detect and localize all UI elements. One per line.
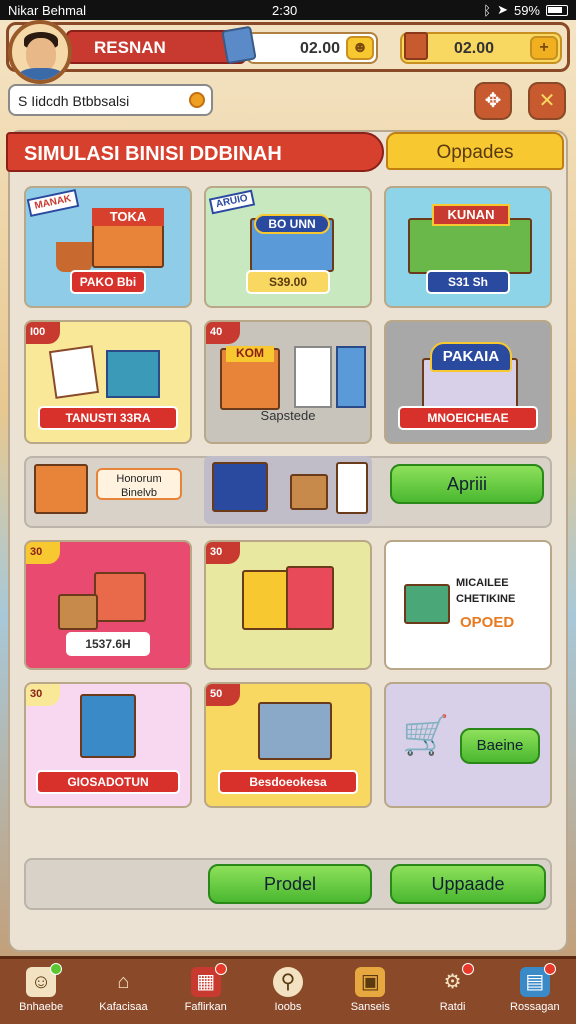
business-card-toko[interactable]: TOKA MANAK PAKO Bbi	[24, 186, 192, 308]
menu-board-icon	[336, 346, 366, 408]
card-label: S39.00	[246, 270, 330, 294]
card-label: S31 Sh	[426, 270, 510, 294]
gem-value: 02.00	[454, 40, 495, 57]
nav-item-ioobs[interactable]: ⚲ Ioobs	[247, 959, 329, 1024]
shop-sign: KOM	[226, 346, 274, 362]
register-icon	[221, 25, 257, 65]
nav-item-ratdi[interactable]: ⚙ Ratdi	[411, 959, 493, 1024]
coin-counter: 02.00 ☻	[246, 32, 378, 64]
nav-item-faflirkan[interactable]: ▦ Faflirkan	[165, 959, 247, 1024]
player-name: RESNAN	[66, 30, 246, 64]
plant-icon	[56, 242, 92, 272]
market-stall-icon	[34, 464, 88, 514]
page-title: SIMULASI BINISI DDBINAH	[6, 132, 384, 172]
gear-icon: ⚙	[438, 963, 474, 997]
business-card-cart[interactable]: 🛒 Baeine	[384, 682, 552, 808]
menu-board-icon	[294, 346, 332, 408]
market-note: Honorum Binelvb	[96, 468, 182, 500]
produce-button[interactable]: Prodel	[208, 864, 372, 904]
business-card-fridge[interactable]: 50 Besdoeokesa	[204, 682, 372, 808]
clock: 2:30	[271, 2, 298, 18]
puzzle-icon: ✥	[484, 90, 502, 112]
book-icon	[48, 345, 100, 399]
business-card-promo[interactable]: MICAILEE CHETIKINE OPOED	[384, 540, 552, 670]
search-input[interactable]: S Iidcdh Btbbsalsi	[8, 84, 213, 116]
business-card-kuliner[interactable]: KUNAN S31 Sh	[384, 186, 552, 308]
business-card-bioskop[interactable]: ARUIO BO UNN S39.00	[204, 186, 372, 308]
home-icon: ⌂	[117, 971, 130, 993]
bluetooth-icon: ᛒ	[483, 2, 492, 18]
card-label: TANUSTI 33RA	[38, 406, 178, 430]
card-label: 1537.6H	[66, 632, 150, 656]
shop-icon: ▦	[190, 963, 227, 997]
card-label: GIOSADOTUN	[36, 770, 180, 794]
tab-upgrades[interactable]: Oppades	[386, 132, 564, 170]
level-badge: 50	[206, 684, 240, 706]
card-label: Sapstede	[260, 408, 316, 423]
bottom-nav: ☺ Bnhaebe ⌂ Kafacisaa ▦ Faflirkan ⚲ Ioob…	[0, 956, 576, 1024]
level-badge: 40	[206, 322, 240, 344]
level-badge: I00	[26, 322, 60, 344]
book-icon	[106, 350, 160, 398]
shop-sign: TOKA	[92, 208, 164, 226]
shop-sign: KUNAN	[432, 204, 510, 226]
nav-item-rossagan[interactable]: ▤ Rossagan	[494, 959, 576, 1024]
add-coins-button[interactable]: ☻	[346, 36, 374, 60]
business-card-atm[interactable]: 30 GIOSADOTUN	[24, 682, 192, 808]
search-icon: ⚲	[272, 967, 303, 997]
status-bar: Nikar Behmal 2:30 ᛒ ➤ 59%	[0, 0, 576, 20]
nav-item-sanseis[interactable]: ▣ Sanseis	[329, 959, 411, 1024]
apply-button[interactable]: Apriii	[390, 464, 544, 504]
cart-icon	[404, 584, 450, 624]
nav-item-bnhaebe[interactable]: ☺ Bnhaebe	[0, 959, 82, 1024]
puzzle-button[interactable]: ✥	[474, 82, 512, 120]
shopping-cart-icon: 🛒	[402, 715, 450, 757]
atm-icon	[80, 694, 136, 758]
shop-banner: MANAK	[26, 188, 80, 218]
battery-percent: 59%	[513, 2, 540, 18]
business-card-stall[interactable]: 30	[204, 540, 372, 670]
carrier-label: Nikar Behmal	[8, 2, 87, 18]
upgrade-button[interactable]: Uppaade	[390, 864, 546, 904]
shop-sign: PAKAIA	[430, 342, 512, 372]
phone-icon	[336, 462, 368, 514]
shop-sign: BO UNN	[254, 214, 330, 234]
card-label: PAKO Bbi	[70, 270, 146, 294]
coin-icon	[189, 92, 205, 108]
crate-icon	[290, 474, 328, 510]
coin-value: 02.00	[300, 40, 341, 57]
level-badge: 30	[26, 684, 60, 706]
level-badge: 30	[26, 542, 60, 564]
mask-icon: ☺	[26, 963, 63, 997]
business-card-pakaian[interactable]: PAKAIA MNOEICHEAE	[384, 320, 552, 444]
avatar[interactable]	[8, 20, 72, 84]
atm-icon	[212, 462, 268, 512]
add-gems-button[interactable]: +	[530, 36, 558, 60]
level-badge: 30	[206, 542, 240, 564]
close-icon: ✕	[538, 90, 556, 112]
location-icon: ➤	[497, 2, 508, 17]
box-icon: ▣	[355, 967, 386, 997]
card-label: MNOEICHEAE	[398, 406, 538, 430]
business-card-market[interactable]: 30 1537.6H	[24, 540, 192, 670]
card-label: Besdoeokesa	[218, 770, 358, 794]
buy-button[interactable]: Baeine	[460, 728, 540, 764]
close-button[interactable]: ✕	[528, 82, 566, 120]
book-icon	[404, 32, 428, 60]
fridge-icon	[258, 702, 332, 760]
shop-banner: ARUIO	[208, 189, 256, 215]
business-card-books[interactable]: I00 TANUSTI 33RA	[24, 320, 192, 444]
business-card-kiosk[interactable]: 40 KOM Sapstede	[204, 320, 372, 444]
nav-item-kafacisaa[interactable]: ⌂ Kafacisaa	[82, 959, 164, 1024]
battery-icon	[546, 4, 568, 16]
map-icon: ▤	[519, 963, 556, 997]
